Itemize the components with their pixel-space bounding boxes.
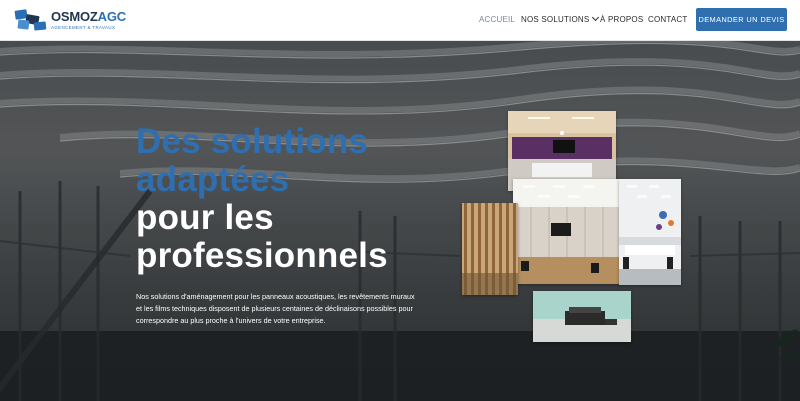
logo-mark-icon — [14, 9, 47, 31]
brand-name: OSMOZAGC — [51, 10, 126, 23]
brand-name-part1: OSMOZ — [51, 9, 98, 24]
nav-item-nos-solutions-label: NOS SOLUTIONS — [521, 15, 590, 24]
hero-section: Des solutions adaptées pour les professi… — [0, 41, 800, 401]
hero-headline-line-3: pour les — [136, 198, 274, 237]
request-quote-button[interactable]: DEMANDER UN DEVIS — [696, 8, 787, 31]
brand-tagline: AGENCEMENT & TRAVAUX — [51, 25, 116, 30]
hero-description: Nos solutions d'aménagement pour les pan… — [136, 292, 415, 325]
chevron-down-icon — [592, 13, 600, 22]
brand-name-part2: AGC — [97, 9, 126, 24]
nav-item-a-propos[interactable]: À PROPOS — [600, 15, 643, 24]
office-photo-device-table — [533, 291, 631, 342]
office-photo-wood-slats — [462, 203, 518, 295]
nav-item-nos-solutions[interactable]: NOS SOLUTIONS — [521, 13, 600, 24]
office-photo-conference-room — [513, 179, 621, 284]
logo-text: OSMOZAGC AGENCEMENT & TRAVAUX — [51, 10, 126, 30]
office-photo-open-space — [619, 179, 681, 285]
nav-item-accueil[interactable]: ACCUEIL — [479, 15, 515, 24]
site-header: OSMOZAGC AGENCEMENT & TRAVAUX ACCUEIL NO… — [0, 0, 800, 41]
hero-headline-line-4: professionnels — [136, 236, 388, 275]
nav-item-contact[interactable]: CONTACT — [648, 15, 687, 24]
hero-headline: Des solutions adaptées pour les professi… — [136, 123, 388, 275]
brand-logo[interactable]: OSMOZAGC AGENCEMENT & TRAVAUX — [14, 6, 126, 34]
hero-headline-line-2: adaptées — [136, 160, 290, 199]
hero-headline-line-1: Des solutions — [136, 122, 369, 161]
